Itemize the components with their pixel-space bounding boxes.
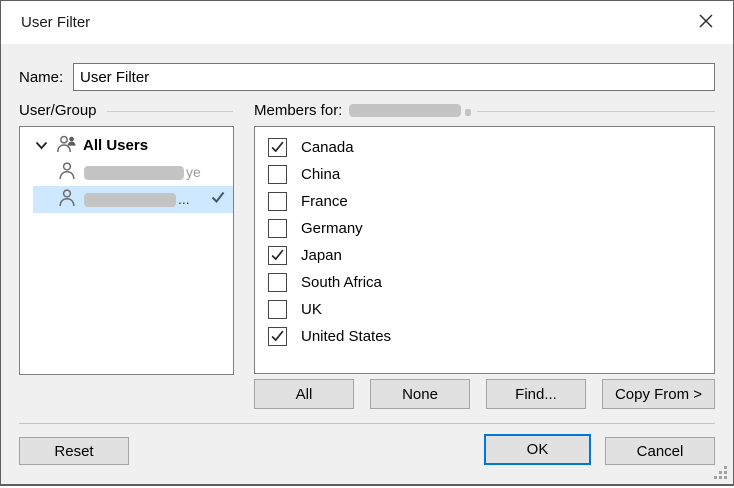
ok-button[interactable]: OK	[484, 434, 591, 465]
member-checkbox[interactable]	[268, 300, 287, 319]
selected-user-check-icon	[211, 191, 225, 208]
resize-grip-icon[interactable]	[714, 466, 727, 479]
member-label: United States	[301, 328, 392, 345]
name-label: Name:	[19, 69, 64, 86]
member-label: China	[301, 166, 341, 183]
member-checkbox[interactable]	[268, 273, 287, 292]
none-button[interactable]: None	[370, 379, 470, 409]
member-label: Germany	[301, 220, 363, 237]
redacted-owner-name	[349, 104, 461, 117]
user-name-suffix: ye	[186, 164, 201, 180]
reset-button[interactable]: Reset	[19, 437, 129, 465]
member-checkbox[interactable]	[268, 327, 287, 346]
cancel-button[interactable]: Cancel	[605, 437, 715, 465]
redacted-owner-tail	[465, 109, 471, 116]
chevron-down-icon[interactable]	[33, 138, 49, 154]
tree-item-label: All Users	[83, 137, 149, 154]
all-button[interactable]: All	[254, 379, 354, 409]
members-divider	[477, 111, 715, 112]
member-row: South Africa	[255, 269, 714, 296]
tree-row-user-1[interactable]: ye	[20, 159, 233, 186]
member-checkbox[interactable]	[268, 165, 287, 184]
users-group-icon	[55, 133, 77, 159]
tree-row-all-users[interactable]: All Users	[20, 132, 233, 159]
members-list: Canada China France Germany Japan South …	[254, 126, 715, 374]
user-group-divider	[107, 111, 233, 112]
member-row: United States	[255, 323, 714, 350]
member-checkbox[interactable]	[268, 246, 287, 265]
member-label: Canada	[301, 139, 354, 156]
member-row: China	[255, 161, 714, 188]
user-person-icon	[56, 187, 78, 213]
member-row: France	[255, 188, 714, 215]
member-row: Canada	[255, 134, 714, 161]
member-label: Japan	[301, 247, 342, 264]
member-checkbox[interactable]	[268, 192, 287, 211]
user-group-tree: All Users ye ...	[19, 126, 234, 375]
member-label: UK	[301, 301, 322, 318]
find-button[interactable]: Find...	[486, 379, 586, 409]
redacted-user-name	[84, 193, 176, 208]
name-input[interactable]	[73, 63, 715, 91]
member-checkbox[interactable]	[268, 219, 287, 238]
user-group-heading: User/Group	[19, 102, 97, 119]
member-row: Germany	[255, 215, 714, 242]
dialog-title: User Filter	[21, 14, 91, 31]
user-person-icon	[56, 160, 78, 186]
close-icon	[698, 13, 714, 34]
copy-from-button[interactable]: Copy From >	[602, 379, 715, 409]
user-filter-dialog: User Filter Name: User/Group Members for…	[0, 0, 734, 486]
footer-divider	[19, 423, 715, 424]
member-label: South Africa	[301, 274, 382, 291]
close-button[interactable]	[693, 10, 719, 36]
member-checkbox[interactable]	[268, 138, 287, 157]
members-heading: Members for:	[254, 102, 343, 119]
tree-row-user-2-selected[interactable]: ...	[33, 186, 233, 213]
member-label: France	[301, 193, 348, 210]
redacted-user-name	[84, 166, 184, 181]
titlebar: User Filter	[1, 1, 733, 44]
member-row: Japan	[255, 242, 714, 269]
user-name-suffix: ...	[178, 191, 190, 207]
member-row: UK	[255, 296, 714, 323]
